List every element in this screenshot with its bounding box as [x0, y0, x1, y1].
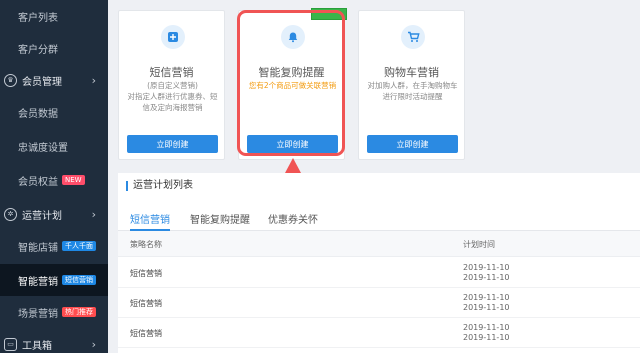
sidebar-item-label: 工具箱 [22, 340, 52, 352]
sidebar-item-label: 客户分群 [18, 44, 58, 56]
card-title: 短信营销 [149, 66, 194, 79]
sidebar-item-label: 会员数据 [18, 108, 58, 120]
sidebar-item-loyalty-settings[interactable]: 忠诚度设置 [0, 130, 108, 162]
sidebar-item-member-data[interactable]: 会员数据 [0, 96, 108, 128]
sidebar-item-operation-plan[interactable]: ✲ 运营计划 › [0, 198, 108, 230]
sms-marketing-card: 短信营销 (原自定义营销) 对指定人群进行优惠券、短信及定向海报营销 立即创建 [118, 10, 225, 160]
sidebar-item-label: 会员权益 [18, 176, 58, 188]
sidebar-item-label: 智能营销 [18, 276, 58, 288]
sidebar-item-toolbox[interactable]: ▭ 工具箱 › [0, 328, 108, 353]
sidebar-item-label: 忠诚度设置 [18, 142, 68, 154]
crown-icon: ♛ [4, 73, 17, 87]
row-name: 短信营销 [130, 299, 162, 308]
table-header: 策略名称 计划时间 [118, 231, 640, 257]
cart-icon [401, 25, 425, 49]
sidebar-item-label: 运营计划 [22, 210, 62, 222]
sidebar-item-label: 智能店铺 [18, 242, 58, 254]
card-description: 对加购人群，在手淘购物车进行限时活动提醒 [367, 81, 458, 101]
sidebar-item-member-benefits[interactable]: 会员权益 NEW [0, 164, 108, 196]
card-title: 购物车营销 [384, 66, 439, 79]
section-title: 运营计划列表 [126, 181, 193, 191]
sidebar: 客户列表 客户分群 ♛ 会员管理 › 会员数据 忠诚度设置 会员权益 NEW ✲… [0, 0, 108, 353]
chevron-right-icon: › [91, 338, 96, 351]
sidebar-item-customer-list[interactable]: 客户列表 [0, 0, 108, 32]
sidebar-item-label: 会员管理 [22, 76, 62, 88]
row-time: 2019-11-10 2019-11-10 [463, 263, 510, 282]
row-name: 短信营销 [130, 329, 162, 338]
toolbox-icon: ▭ [4, 337, 17, 351]
cart-marketing-card: 购物车营销 对加购人群，在手淘购物车进行限时活动提醒 立即创建 [358, 10, 465, 160]
tab-sms-marketing[interactable]: 短信营销 [130, 211, 170, 231]
card-description: (原自定义营销) 对指定人群进行优惠券、短信及定向海报营销 [127, 81, 218, 112]
sidebar-item-label: 场景营销 [18, 308, 58, 320]
row-time: 2019-11-10 2019-11-10 [463, 323, 510, 342]
column-header-time: 计划时间 [463, 240, 495, 249]
sidebar-item-smart-store[interactable]: 智能店铺 千人千面 [0, 230, 108, 262]
status-badge: 千人千面 [62, 240, 96, 252]
hot-badge: 热门推荐 [62, 306, 96, 318]
tab-coupon-care[interactable]: 优惠券关怀 [268, 211, 318, 231]
create-sms-marketing-button[interactable]: 立即创建 [127, 135, 218, 153]
sms-icon [161, 25, 185, 49]
table-row[interactable]: 短信营销 2019-11-10 2019-11-10 [118, 288, 640, 318]
sidebar-item-member-management[interactable]: ♛ 会员管理 › [0, 64, 108, 96]
chevron-right-icon: › [91, 74, 96, 87]
tab-bar: 短信营销 智能复购提醒 优惠券关怀 [118, 206, 640, 231]
row-time: 2019-11-10 2019-11-10 [463, 293, 510, 312]
column-header-name: 策略名称 [130, 240, 162, 249]
create-cart-marketing-button[interactable]: 立即创建 [367, 135, 458, 153]
chevron-right-icon: › [91, 208, 96, 221]
table-row[interactable]: 短信营销 2019-11-10 2019-11-10 [118, 258, 640, 288]
highlight-box [237, 10, 345, 156]
new-badge: NEW [62, 174, 85, 186]
sidebar-item-scene-marketing[interactable]: 场景营销 热门推荐 [0, 296, 108, 328]
plan-list-panel: 运营计划列表 短信营销 智能复购提醒 优惠券关怀 策略名称 计划时间 短信营销 … [118, 173, 640, 353]
sidebar-item-label: 客户列表 [18, 12, 58, 24]
status-badge: 短信营销 [62, 274, 96, 286]
row-name: 短信营销 [130, 269, 162, 278]
table-row[interactable]: 短信营销 2019-11-10 2019-11-10 [118, 318, 640, 348]
sidebar-item-customer-groups[interactable]: 客户分群 [0, 32, 108, 64]
gear-icon: ✲ [4, 207, 17, 221]
sidebar-item-smart-marketing[interactable]: 智能营销 短信营销 [0, 264, 108, 296]
tab-smart-repurchase[interactable]: 智能复购提醒 [190, 211, 250, 231]
